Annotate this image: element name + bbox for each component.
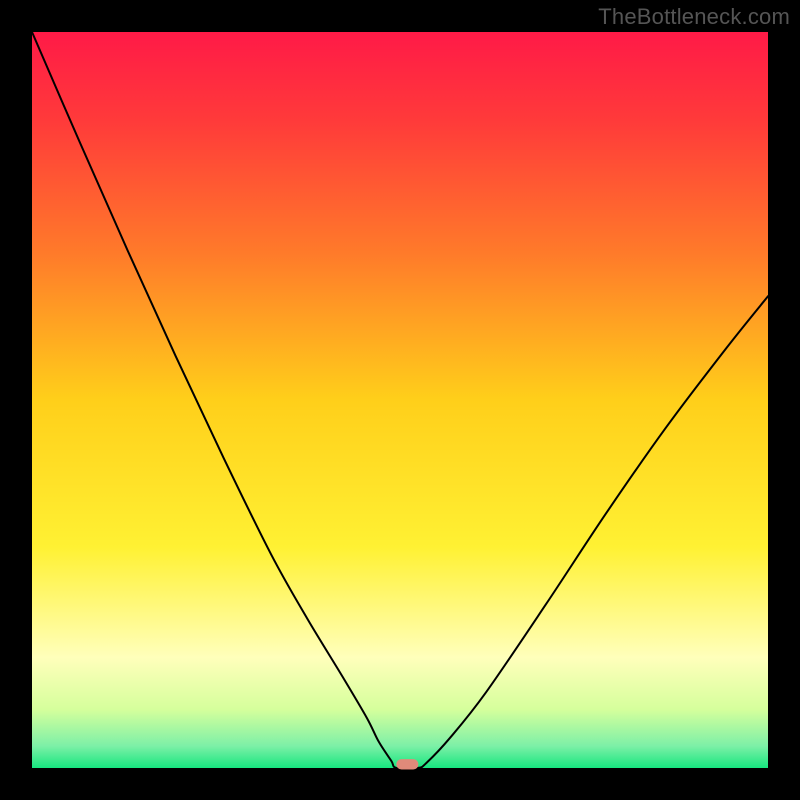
plot-background [32,32,768,768]
optimal-marker [396,759,418,769]
chart-frame: TheBottleneck.com [0,0,800,800]
bottleneck-chart [0,0,800,800]
